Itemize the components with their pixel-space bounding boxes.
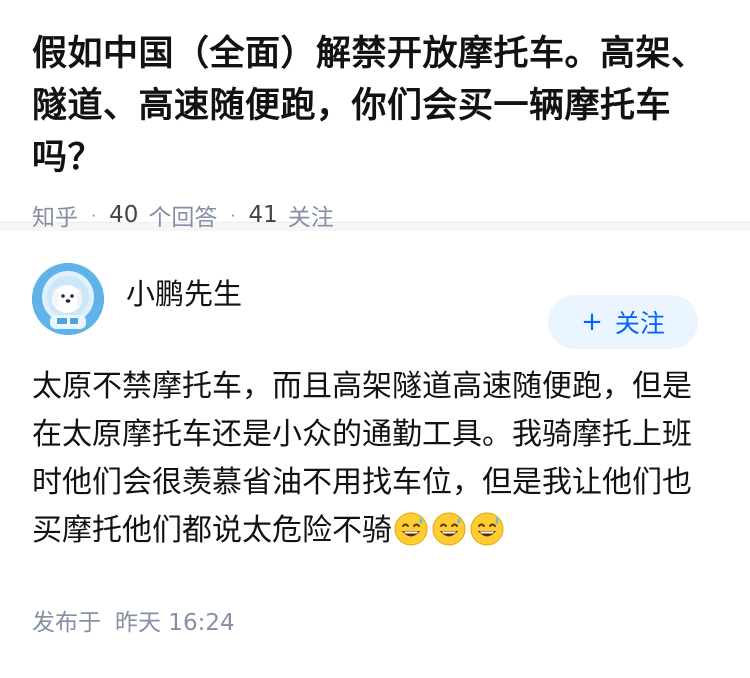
publish-info: 发布于 昨天 16:24 [32,603,718,637]
follower-count: 41 [248,202,278,228]
answer-count: 40 [109,202,139,228]
author-name[interactable]: 小鹏先生 [126,271,242,313]
answer-count-label[interactable]: 个回答 [148,198,217,232]
sweat-smile-icon [432,512,466,546]
answer-card: 小鹏先生 + 关注 太原不禁摩托车，而且高架隧道高速随便跑，但是在太原摩托车还是… [0,231,750,637]
separator-dot: · [230,205,236,225]
follower-count-label[interactable]: 关注 [288,198,334,232]
source-label[interactable]: 知乎 [32,198,78,232]
astronaut-dog-icon [32,263,104,335]
sweat-smile-icon [394,512,428,546]
follow-button-label: 关注 [614,309,665,338]
emoji-group [392,512,506,548]
follow-button[interactable]: + 关注 [548,295,698,349]
sweat-smile-icon [470,512,504,546]
question-title[interactable]: 假如中国（全面）解禁开放摩托车。高架、隧道、高速随便跑，你们会买一辆摩托车吗？ [32,28,718,184]
plus-icon: + [581,307,603,337]
answer-content[interactable]: 太原不禁摩托车，而且高架隧道高速随便跑，但是在太原摩托车还是小众的通勤工具。我骑… [32,363,712,555]
published-label: 发布于 [32,610,101,636]
avatar[interactable] [32,263,104,335]
separator-dot: · [91,205,97,225]
published-time: 昨天 16:24 [115,610,235,636]
answer-text: 太原不禁摩托车，而且高架隧道高速随便跑，但是在太原摩托车还是小众的通勤工具。我骑… [32,369,692,548]
question-header: 假如中国（全面）解禁开放摩托车。高架、隧道、高速随便跑，你们会买一辆摩托车吗？ … [0,0,750,231]
